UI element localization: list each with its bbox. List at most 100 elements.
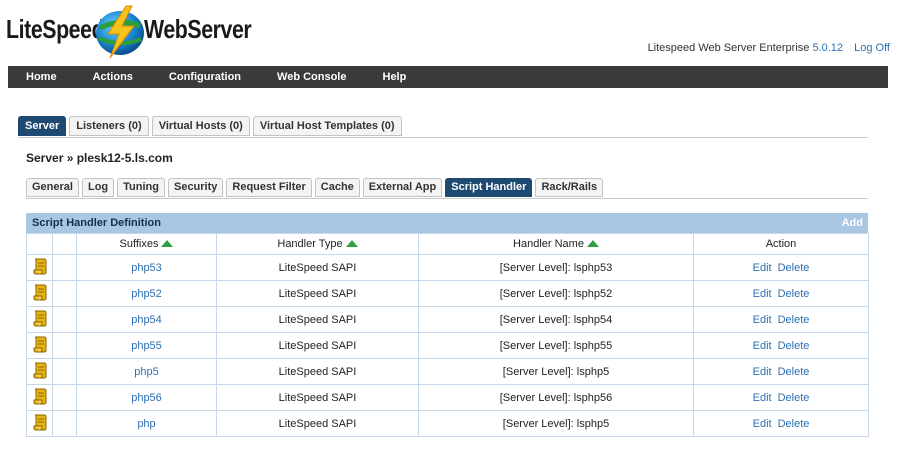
tab-script-handler[interactable]: Script Handler: [445, 178, 533, 197]
tab-cache[interactable]: Cache: [314, 178, 360, 197]
edit-link[interactable]: Edit: [753, 366, 772, 378]
row-icon-cell: [26, 384, 53, 411]
col-action: Action: [693, 233, 869, 255]
row-actions: Edit Delete: [693, 358, 869, 385]
row-suffix-cell: php: [76, 410, 217, 437]
row-actions: Edit Delete: [693, 332, 869, 359]
script-handler-table: Suffixes Handler Type Handler Name Actio…: [26, 233, 869, 437]
tab-log[interactable]: Log: [81, 178, 115, 197]
table-title: Script Handler Definition: [32, 217, 161, 229]
row-icon-cell: [26, 306, 53, 333]
logo-text-right: WebServer: [144, 14, 252, 44]
col-suffixes[interactable]: Suffixes: [76, 233, 217, 255]
suffix-link[interactable]: php5: [134, 366, 158, 378]
breadcrumb: Server » plesk12-5.ls.com: [26, 151, 173, 165]
suffix-link[interactable]: php56: [131, 392, 162, 404]
tab-external-app[interactable]: External App: [362, 178, 443, 197]
table-row: php52 LiteSpeed SAPI [Server Level]: lsphp…: [26, 280, 869, 307]
row-blank-cell: [52, 306, 77, 333]
config-tabs: Server Listeners (0) Virtual Hosts (0) V…: [18, 116, 868, 138]
tab-server[interactable]: Server: [18, 116, 67, 136]
row-handler-type: LiteSpeed SAPI: [216, 306, 419, 333]
suffix-link[interactable]: php53: [131, 262, 162, 274]
row-handler-type: LiteSpeed SAPI: [216, 410, 419, 437]
add-button[interactable]: Add: [842, 217, 863, 229]
col-handler-name[interactable]: Handler Name: [418, 233, 694, 255]
row-handler-name: [Server Level]: lsphp53: [418, 254, 694, 281]
tab-virtual-hosts[interactable]: Virtual Hosts (0): [151, 116, 250, 136]
tab-virtual-host-templates[interactable]: Virtual Host Templates (0): [252, 116, 402, 136]
delete-link[interactable]: Delete: [778, 288, 810, 300]
row-suffix-cell: php5: [76, 358, 217, 385]
row-suffix-cell: php56: [76, 384, 217, 411]
nav-web-console[interactable]: Web Console: [259, 66, 364, 88]
product-name: Litespeed Web Server Enterprise: [647, 42, 810, 54]
table-row: php56 LiteSpeed SAPI [Server Level]: lsphp…: [26, 384, 869, 411]
delete-link[interactable]: Delete: [778, 314, 810, 326]
table-row: php54 LiteSpeed SAPI [Server Level]: lsphp…: [26, 306, 869, 333]
sort-up-arrow-icon[interactable]: [161, 239, 174, 247]
edit-link[interactable]: Edit: [753, 314, 772, 326]
version-link[interactable]: 5.0.12: [812, 42, 843, 54]
delete-link[interactable]: Delete: [778, 262, 810, 274]
edit-link[interactable]: Edit: [753, 392, 772, 404]
suffix-link[interactable]: php55: [131, 340, 162, 352]
edit-link[interactable]: Edit: [753, 340, 772, 352]
server-info: Litespeed Web Server Enterprise 5.0.12 L…: [648, 42, 890, 54]
col-handler-type[interactable]: Handler Type: [216, 233, 419, 255]
row-actions: Edit Delete: [693, 410, 869, 437]
script-handler-icon: [32, 362, 48, 382]
row-actions: Edit Delete: [693, 254, 869, 281]
tab-general[interactable]: General: [26, 178, 79, 197]
nav-home[interactable]: Home: [8, 66, 75, 88]
suffix-link[interactable]: php54: [131, 314, 162, 326]
row-handler-type: LiteSpeed SAPI: [216, 332, 419, 359]
script-handler-icon: [32, 388, 48, 408]
nav-help[interactable]: Help: [365, 66, 425, 88]
sort-up-arrow-icon[interactable]: [345, 239, 358, 247]
col-handler-name-label: Handler Name: [513, 238, 584, 250]
suffix-link[interactable]: php: [137, 418, 155, 430]
row-handler-name: [Server Level]: lsphp5: [418, 410, 694, 437]
col-icon: [26, 233, 53, 255]
tab-request-filter[interactable]: Request Filter: [226, 178, 312, 197]
nav-configuration[interactable]: Configuration: [151, 66, 259, 88]
tab-rack-rails[interactable]: Rack/Rails: [535, 178, 604, 197]
row-actions: Edit Delete: [693, 306, 869, 333]
table-row: php LiteSpeed SAPI [Server Level]: lsphp5 E…: [26, 410, 869, 437]
suffix-link[interactable]: php52: [131, 288, 162, 300]
tab-listeners[interactable]: Listeners (0): [69, 116, 149, 136]
row-handler-type: LiteSpeed SAPI: [216, 280, 419, 307]
row-actions: Edit Delete: [693, 384, 869, 411]
tab-security[interactable]: Security: [167, 178, 224, 197]
delete-link[interactable]: Delete: [778, 366, 810, 378]
row-handler-type: LiteSpeed SAPI: [216, 254, 419, 281]
delete-link[interactable]: Delete: [778, 340, 810, 352]
row-handler-name: [Server Level]: lsphp55: [418, 332, 694, 359]
row-suffix-cell: php52: [76, 280, 217, 307]
delete-link[interactable]: Delete: [778, 392, 810, 404]
row-handler-name: [Server Level]: lsphp52: [418, 280, 694, 307]
script-handler-icon: [32, 258, 48, 278]
row-actions: Edit Delete: [693, 280, 869, 307]
tab-tuning[interactable]: Tuning: [117, 178, 165, 197]
server-subtabs: General Log Tuning Security Request Filt…: [26, 178, 868, 199]
edit-link[interactable]: Edit: [753, 418, 772, 430]
nav-actions[interactable]: Actions: [75, 66, 151, 88]
edit-link[interactable]: Edit: [753, 262, 772, 274]
logoff-link[interactable]: Log Off: [854, 42, 890, 54]
row-handler-name: [Server Level]: lsphp54: [418, 306, 694, 333]
script-handler-icon: [32, 310, 48, 330]
delete-link[interactable]: Delete: [778, 418, 810, 430]
table-body: php53 LiteSpeed SAPI [Server Level]: lsphp…: [26, 254, 869, 437]
sort-up-arrow-icon[interactable]: [586, 239, 599, 247]
row-blank-cell: [52, 410, 77, 437]
row-icon-cell: [26, 410, 53, 437]
edit-link[interactable]: Edit: [753, 288, 772, 300]
table-row: php55 LiteSpeed SAPI [Server Level]: lsphp…: [26, 332, 869, 359]
row-suffix-cell: php55: [76, 332, 217, 359]
row-handler-type: LiteSpeed SAPI: [216, 358, 419, 385]
row-blank-cell: [52, 358, 77, 385]
col-handler-type-label: Handler Type: [277, 238, 343, 250]
row-handler-type: LiteSpeed SAPI: [216, 384, 419, 411]
